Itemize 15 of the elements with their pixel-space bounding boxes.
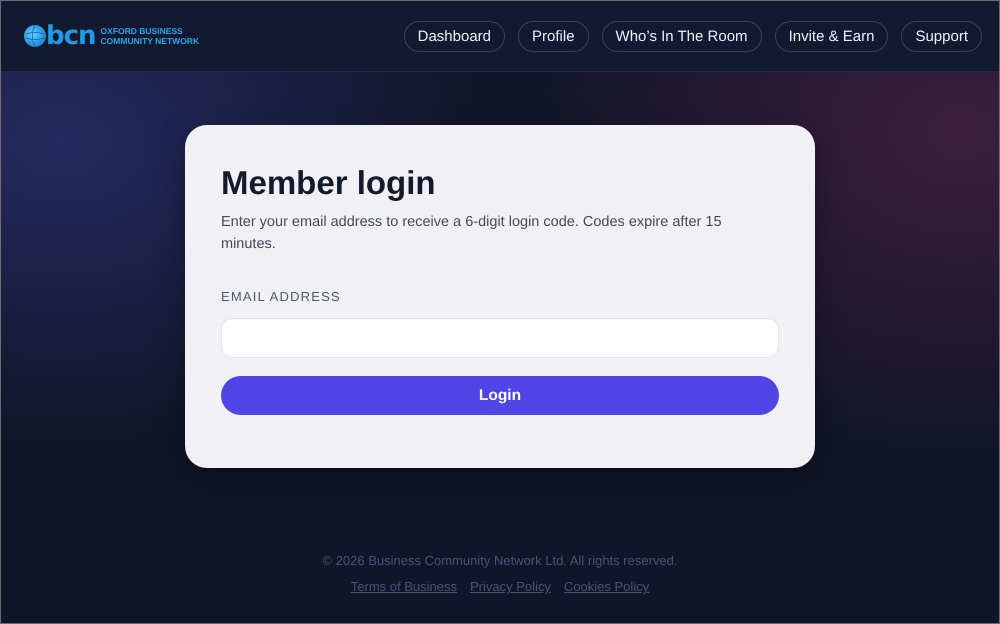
email-label: EMAIL ADDRESS: [221, 289, 342, 305]
nav-link[interactable]: Who’s In The Room: [602, 20, 762, 52]
globe-icon: [24, 25, 46, 47]
nav-link[interactable]: Invite & Earn: [774, 20, 888, 52]
logo-mark: bcn: [46, 25, 96, 47]
logo-text: COMMUNITY NETWORK: [100, 36, 200, 46]
login-description: Enter your email address to receive a 6-digit login code. Codes expire after 15 minutes.: [221, 213, 723, 254]
login-title: Member login: [221, 163, 437, 203]
login-button[interactable]: Login: [221, 376, 779, 415]
nav-link[interactable]: Support: [901, 20, 982, 52]
copyright-text: © 2026 Business Community Network Ltd. All rights reserved.: [322, 552, 678, 570]
logo-text: OXFORD BUSINESS: [100, 26, 184, 36]
nav-link[interactable]: Profile: [518, 20, 589, 52]
nav-link[interactable]: Dashboard: [404, 20, 506, 52]
email-input-field[interactable]: [221, 318, 779, 358]
